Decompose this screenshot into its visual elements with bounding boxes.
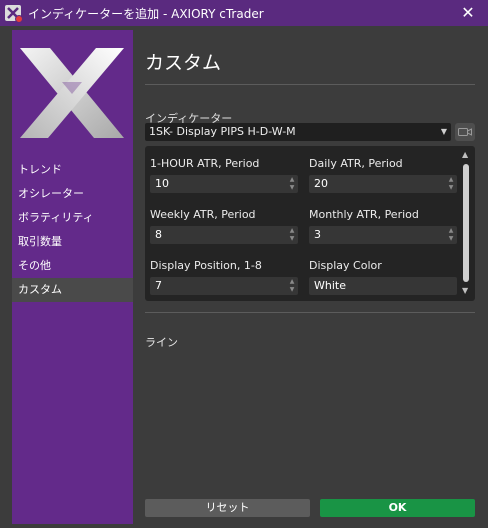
param-input-daily-atr[interactable]: 20 ▲ ▼ [309, 175, 457, 193]
sidebar: トレンド オシレーター ボラティリティ 取引数量 その他 カスタム [12, 30, 133, 524]
param-input-display-color[interactable]: White [309, 277, 457, 295]
sidebar-item-trend[interactable]: トレンド [12, 158, 133, 182]
param-input-weekly-atr[interactable]: 8 ▲ ▼ [150, 226, 298, 244]
param-label-display-position: Display Position, 1-8 [150, 259, 262, 272]
sidebar-item-other[interactable]: その他 [12, 254, 133, 278]
param-value: White [314, 279, 346, 292]
scroll-down-icon[interactable]: ▼ [462, 286, 468, 295]
scrollbar-thumb[interactable] [463, 164, 469, 282]
camera-icon [458, 128, 472, 136]
spinner-icon[interactable]: ▲ ▼ [288, 278, 296, 294]
page-title: カスタム [145, 52, 222, 74]
window-title: インディケーターを追加 - AXIORY cTrader [28, 6, 264, 21]
line-section-label: ライン [145, 336, 178, 349]
ok-button[interactable]: OK [320, 499, 475, 517]
param-label-display-color: Display Color [309, 259, 382, 272]
param-input-hour-atr[interactable]: 10 ▲ ▼ [150, 175, 298, 193]
param-value: 20 [314, 177, 328, 190]
param-value: 3 [314, 228, 321, 241]
parameters-panel: 1-HOUR ATR, Period 10 ▲ ▼ Daily ATR, Peri… [145, 146, 475, 301]
sidebar-nav: トレンド オシレーター ボラティリティ 取引数量 その他 カスタム [12, 158, 133, 302]
title-divider [145, 84, 475, 85]
reset-button[interactable]: リセット [145, 499, 310, 517]
spinner-icon[interactable]: ▲ ▼ [288, 227, 296, 243]
spinner-icon[interactable]: ▲ ▼ [288, 176, 296, 192]
param-label-weekly-atr: Weekly ATR, Period [150, 208, 256, 221]
param-value: 10 [155, 177, 169, 190]
chevron-down-icon: ▼ [440, 127, 447, 136]
param-value: 7 [155, 279, 162, 292]
scroll-up-icon[interactable]: ▲ [462, 150, 468, 159]
close-icon: ✕ [461, 3, 475, 22]
title-bar: インディケーターを追加 - AXIORY cTrader ✕ [0, 0, 488, 26]
indicator-selected-value: 1SK- Display PIPS H-D-W-M [149, 125, 296, 138]
sidebar-item-volatility[interactable]: ボラティリティ [12, 206, 133, 230]
param-value: 8 [155, 228, 162, 241]
param-label-monthly-atr: Monthly ATR, Period [309, 208, 419, 221]
indicator-dropdown[interactable]: 1SK- Display PIPS H-D-W-M ▼ [145, 123, 451, 141]
sidebar-item-volume[interactable]: 取引数量 [12, 230, 133, 254]
sidebar-item-custom[interactable]: カスタム [12, 278, 133, 302]
param-label-daily-atr: Daily ATR, Period [309, 157, 403, 170]
spinner-icon[interactable]: ▲ ▼ [447, 227, 455, 243]
param-input-monthly-atr[interactable]: 3 ▲ ▼ [309, 226, 457, 244]
axiory-x-logo [20, 48, 124, 138]
close-button[interactable]: ✕ [458, 3, 478, 23]
section-divider [145, 312, 475, 313]
spinner-icon[interactable]: ▲ ▼ [447, 176, 455, 192]
sidebar-item-oscillator[interactable]: オシレーター [12, 182, 133, 206]
app-icon [5, 5, 23, 23]
camera-button[interactable] [455, 123, 475, 141]
param-input-display-position[interactable]: 7 ▲ ▼ [150, 277, 298, 295]
param-label-hour-atr: 1-HOUR ATR, Period [150, 157, 260, 170]
